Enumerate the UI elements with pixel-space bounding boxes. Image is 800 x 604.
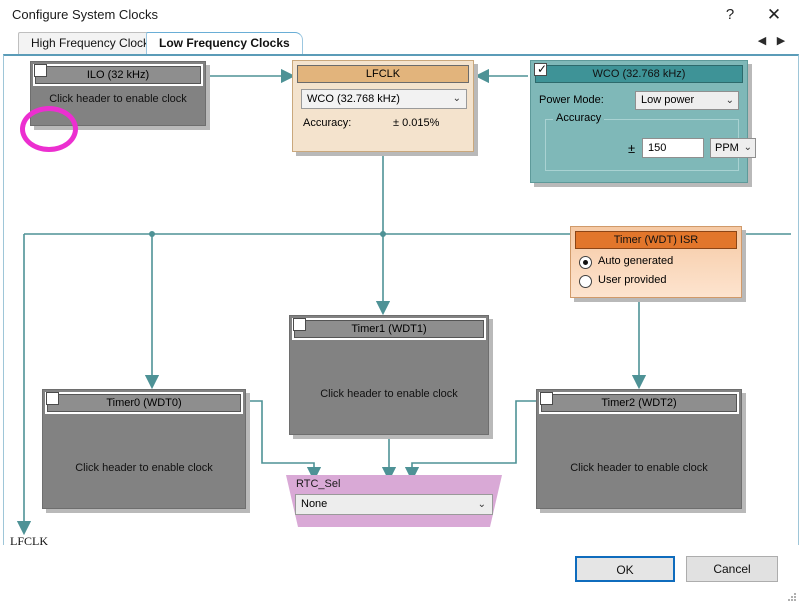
- block-body: Timer2 (WDT2) Click header to enable clo…: [536, 389, 742, 509]
- tab-scroll-left-icon[interactable]: ◀: [754, 32, 770, 52]
- block-body: ILO (32 kHz) Click header to enable cloc…: [30, 61, 206, 126]
- close-icon: ✕: [766, 5, 782, 24]
- rtc-sel-label: RTC_Sel: [296, 478, 341, 490]
- cancel-button[interactable]: Cancel: [686, 556, 778, 582]
- timer1-body-text: Click header to enable clock: [320, 388, 458, 400]
- radio-selected-dot: [583, 260, 588, 265]
- timer0-enable-checkbox[interactable]: [46, 392, 59, 405]
- wco-power-mode-select[interactable]: Low power ⌄: [635, 91, 739, 110]
- timer-wdt-isr-header: Timer (WDT) ISR: [575, 231, 737, 249]
- radio-auto-generated[interactable]: [579, 256, 592, 269]
- timer2-enable-checkbox[interactable]: [540, 392, 553, 405]
- ilo-body-text: Click header to enable clock: [49, 93, 187, 105]
- block-body: Timer1 (WDT1) Click header to enable clo…: [289, 315, 489, 435]
- wco-clock-block[interactable]: WCO (32.768 kHz) ✓ Power Mode: Low power…: [530, 60, 756, 187]
- radio-auto-generated-label[interactable]: Auto generated: [598, 255, 673, 267]
- radio-user-provided[interactable]: [579, 275, 592, 288]
- chevron-down-icon: ⌄: [725, 95, 734, 106]
- clock-diagram-canvas: ILO (32 kHz) Click header to enable cloc…: [3, 54, 799, 547]
- window-title: Configure System Clocks: [12, 7, 158, 22]
- wco-accuracy-group-label: Accuracy: [553, 112, 605, 124]
- wco-header[interactable]: WCO (32.768 kHz): [535, 65, 743, 83]
- lfclk-header: LFCLK: [297, 65, 469, 83]
- wco-power-mode-label: Power Mode:: [539, 94, 604, 106]
- lfclk-block: LFCLK WCO (32.768 kHz) ⌄ Accuracy: ± 0.0…: [292, 60, 478, 156]
- timer2-wdt2-block[interactable]: Timer2 (WDT2) Click header to enable clo…: [536, 389, 746, 513]
- timer0-header[interactable]: Timer0 (WDT0): [47, 394, 241, 412]
- lfclk-source-select[interactable]: WCO (32.768 kHz) ⌄: [301, 89, 467, 109]
- timer2-header[interactable]: Timer2 (WDT2): [541, 394, 737, 412]
- timer0-wdt0-block[interactable]: Timer0 (WDT0) Click header to enable clo…: [42, 389, 250, 513]
- tab-low-frequency-clocks[interactable]: Low Frequency Clocks: [146, 32, 303, 55]
- dialog-footer: OK Cancel: [0, 545, 800, 604]
- ilo-header[interactable]: ILO (32 kHz): [35, 66, 201, 84]
- timer2-body-text: Click header to enable clock: [570, 462, 708, 474]
- ilo-enable-checkbox[interactable]: [34, 64, 47, 77]
- rtc-sel-value: None: [301, 498, 328, 510]
- chevron-down-icon: ⌄: [452, 93, 461, 104]
- ilo-clock-block[interactable]: ILO (32 kHz) Click header to enable cloc…: [30, 61, 210, 130]
- tab-strip: High Frequency Clocks Low Frequency Cloc…: [0, 30, 800, 55]
- wco-accuracy-unit-value: PPM: [715, 142, 739, 154]
- block-body: LFCLK WCO (32.768 kHz) ⌄ Accuracy: ± 0.0…: [292, 60, 474, 152]
- wco-enable-checkbox[interactable]: ✓: [534, 63, 547, 76]
- lfclk-source-value: WCO (32.768 kHz): [307, 93, 400, 105]
- ok-button[interactable]: OK: [575, 556, 675, 582]
- checkmark-icon: ✓: [537, 62, 548, 76]
- wco-accuracy-input[interactable]: 150: [642, 138, 704, 158]
- title-bar: Configure System Clocks ? ✕: [0, 0, 800, 30]
- plus-minus-icon: ±: [628, 141, 636, 156]
- wco-accuracy-unit-select[interactable]: PPM ⌄: [710, 138, 756, 158]
- wco-accuracy-group: Accuracy ± 150 PPM ⌄: [545, 112, 756, 171]
- configure-system-clocks-dialog: Configure System Clocks ? ✕ High Frequen…: [0, 0, 800, 604]
- resize-grip[interactable]: [785, 590, 797, 602]
- chevron-down-icon: ⌄: [743, 142, 752, 153]
- block-body: Timer0 (WDT0) Click header to enable clo…: [42, 389, 246, 509]
- tab-scroll-arrows: ◀ ▶: [754, 32, 794, 52]
- radio-user-provided-label[interactable]: User provided: [598, 274, 666, 286]
- timer1-wdt1-block[interactable]: Timer1 (WDT1) Click header to enable clo…: [289, 315, 493, 439]
- chevron-down-icon: ⌄: [477, 499, 486, 510]
- help-button[interactable]: ?: [708, 0, 752, 30]
- timer-wdt-isr-block: Timer (WDT) ISR Auto generated User prov…: [570, 226, 746, 302]
- rtc-sel-select[interactable]: None ⌄: [295, 494, 493, 515]
- block-body: Timer (WDT) ISR Auto generated User prov…: [570, 226, 742, 298]
- lfclk-accuracy-label: Accuracy:: [303, 117, 352, 129]
- tab-scroll-right-icon[interactable]: ▶: [773, 32, 789, 52]
- help-icon: ?: [725, 6, 735, 23]
- rtc-sel-mux: RTC_Sel None ⌄: [276, 475, 512, 527]
- timer0-body-text: Click header to enable clock: [75, 462, 213, 474]
- close-button[interactable]: ✕: [752, 0, 796, 30]
- lfclk-accuracy-value: ± 0.015%: [393, 117, 440, 129]
- timer1-enable-checkbox[interactable]: [293, 318, 306, 331]
- timer1-header[interactable]: Timer1 (WDT1): [294, 320, 484, 338]
- wco-power-mode-value: Low power: [641, 94, 695, 106]
- block-body: WCO (32.768 kHz) ✓ Power Mode: Low power…: [530, 60, 756, 183]
